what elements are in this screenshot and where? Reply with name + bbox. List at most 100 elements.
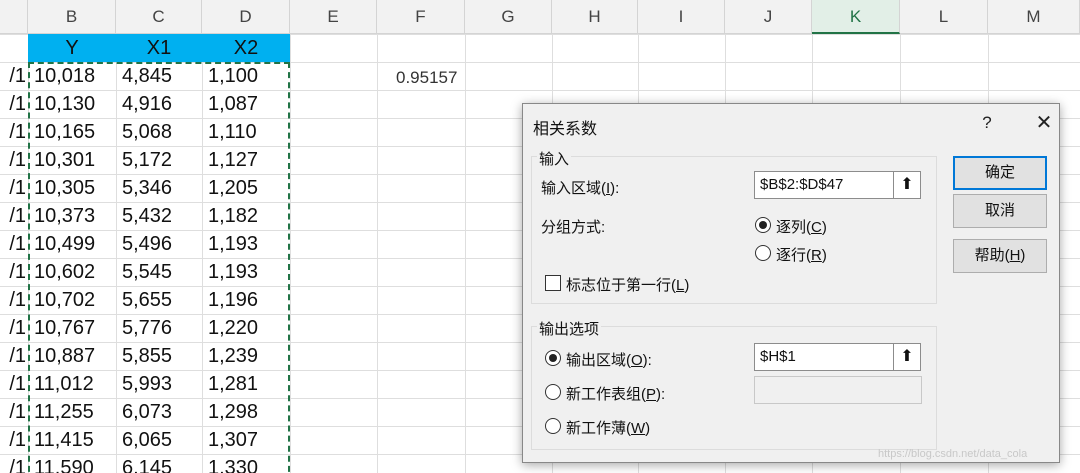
cell-a-fragment[interactable]: /1: [0, 146, 28, 174]
by-columns-radio[interactable]: [755, 217, 771, 233]
column-header-e[interactable]: E: [290, 0, 377, 34]
ok-button[interactable]: 确定: [953, 156, 1047, 190]
column-header-k[interactable]: K: [812, 0, 900, 34]
data-cell[interactable]: 1,100: [202, 62, 290, 90]
data-cell[interactable]: 10,165: [28, 118, 116, 146]
by-columns-label[interactable]: 逐列(C): [776, 216, 827, 237]
data-cell[interactable]: 10,702: [28, 286, 116, 314]
column-header-i[interactable]: I: [638, 0, 725, 34]
by-rows-radio[interactable]: [755, 245, 771, 261]
column-header-f[interactable]: F: [377, 0, 465, 34]
data-cell[interactable]: 10,130: [28, 90, 116, 118]
new-sheet-field[interactable]: [754, 376, 922, 404]
data-cell[interactable]: 5,855: [116, 342, 202, 370]
data-cell[interactable]: 6,065: [116, 426, 202, 454]
cell-a-fragment[interactable]: /1: [0, 62, 28, 90]
column-header-g[interactable]: G: [465, 0, 552, 34]
cell-a-fragment[interactable]: /1: [0, 426, 28, 454]
data-cell[interactable]: 5,496: [116, 230, 202, 258]
data-cell[interactable]: 1,182: [202, 202, 290, 230]
data-cell[interactable]: 5,172: [116, 146, 202, 174]
data-cell[interactable]: 11,415: [28, 426, 116, 454]
by-rows-label[interactable]: 逐行(R): [776, 244, 827, 265]
column-header-l[interactable]: L: [900, 0, 988, 34]
cell-a-fragment[interactable]: /1: [0, 314, 28, 342]
data-cell[interactable]: 10,301: [28, 146, 116, 174]
input-range-field[interactable]: $B$2:$D$47: [754, 171, 894, 199]
data-cell[interactable]: 5,655: [116, 286, 202, 314]
output-range-field[interactable]: $H$1: [754, 343, 894, 371]
output-range-collapse-icon[interactable]: ⬆: [893, 343, 921, 371]
help-button[interactable]: 帮助(H): [953, 239, 1047, 273]
column-header-a[interactable]: [0, 0, 28, 34]
data-cell[interactable]: 11,012: [28, 370, 116, 398]
labels-first-row-checkbox[interactable]: [545, 275, 561, 291]
data-cell[interactable]: 6,073: [116, 398, 202, 426]
column-header-m[interactable]: M: [988, 0, 1080, 34]
column-header-b[interactable]: B: [28, 0, 116, 34]
data-cell[interactable]: 4,845: [116, 62, 202, 90]
new-sheet-radio[interactable]: [545, 384, 561, 400]
data-cell[interactable]: 5,993: [116, 370, 202, 398]
data-cell[interactable]: 1,127: [202, 146, 290, 174]
data-cell[interactable]: 10,018: [28, 62, 116, 90]
cell-a-fragment[interactable]: /1: [0, 398, 28, 426]
cell-a-fragment[interactable]: /1: [0, 174, 28, 202]
new-workbook-label[interactable]: 新工作薄(W): [566, 417, 650, 438]
data-cell[interactable]: 10,887: [28, 342, 116, 370]
cell-a-fragment[interactable]: /1: [0, 230, 28, 258]
cell-f2-value[interactable]: 0.95157: [396, 68, 457, 88]
output-range-radio[interactable]: [545, 350, 561, 366]
data-cell[interactable]: 10,767: [28, 314, 116, 342]
labels-first-row-label[interactable]: 标志位于第一行(L): [566, 274, 689, 295]
data-cell[interactable]: 1,193: [202, 258, 290, 286]
data-cell[interactable]: 11,590: [28, 454, 116, 473]
cell-a-fragment[interactable]: /1: [0, 370, 28, 398]
data-cell[interactable]: 5,068: [116, 118, 202, 146]
column-header-h[interactable]: H: [552, 0, 638, 34]
data-cell[interactable]: 1,330: [202, 454, 290, 473]
data-cell[interactable]: 1,307: [202, 426, 290, 454]
data-cell[interactable]: 6,145: [116, 454, 202, 473]
data-cell[interactable]: 10,499: [28, 230, 116, 258]
header-cell-x1[interactable]: X1: [116, 34, 202, 62]
column-header-d[interactable]: D: [202, 0, 290, 34]
column-header-j[interactable]: J: [725, 0, 812, 34]
cell-a-fragment[interactable]: /1: [0, 258, 28, 286]
data-cell[interactable]: 5,432: [116, 202, 202, 230]
data-cell[interactable]: 1,239: [202, 342, 290, 370]
data-cell[interactable]: 1,196: [202, 286, 290, 314]
cell-a-fragment[interactable]: /1: [0, 118, 28, 146]
data-cell[interactable]: 1,220: [202, 314, 290, 342]
data-cell[interactable]: 1,193: [202, 230, 290, 258]
input-range-collapse-icon[interactable]: ⬆: [893, 171, 921, 199]
header-cell-y[interactable]: Y: [28, 34, 116, 62]
data-cell[interactable]: 5,346: [116, 174, 202, 202]
new-workbook-radio[interactable]: [545, 418, 561, 434]
cell-a-fragment[interactable]: /1: [0, 342, 28, 370]
cell-a-fragment[interactable]: /1: [0, 286, 28, 314]
data-cell[interactable]: 10,305: [28, 174, 116, 202]
data-cell[interactable]: 1,110: [202, 118, 290, 146]
data-cell[interactable]: 1,087: [202, 90, 290, 118]
data-cell[interactable]: 11,255: [28, 398, 116, 426]
cancel-button[interactable]: 取消: [953, 194, 1047, 228]
output-range-label[interactable]: 输出区域(O):: [566, 349, 652, 370]
column-header-c[interactable]: C: [116, 0, 202, 34]
cell-a-fragment[interactable]: /1: [0, 90, 28, 118]
data-cell[interactable]: 10,373: [28, 202, 116, 230]
data-cell[interactable]: 4,916: [116, 90, 202, 118]
cell-a-fragment[interactable]: /1: [0, 454, 28, 473]
header-cell-x2[interactable]: X2: [202, 34, 290, 62]
data-cell[interactable]: 1,205: [202, 174, 290, 202]
data-cell[interactable]: 1,281: [202, 370, 290, 398]
data-cell[interactable]: 1,298: [202, 398, 290, 426]
cell-a-fragment[interactable]: /1: [0, 202, 28, 230]
data-cell[interactable]: 5,776: [116, 314, 202, 342]
correlation-dialog: 相关系数 ? ✕ 输入 输入区域(I): $B$2:$D$47 ⬆ 分组方式: …: [522, 103, 1060, 463]
data-cell[interactable]: 5,545: [116, 258, 202, 286]
dialog-help-icon[interactable]: ?: [975, 110, 999, 136]
data-cell[interactable]: 10,602: [28, 258, 116, 286]
new-sheet-label[interactable]: 新工作表组(P):: [566, 383, 665, 404]
dialog-close-icon[interactable]: ✕: [1031, 110, 1057, 136]
